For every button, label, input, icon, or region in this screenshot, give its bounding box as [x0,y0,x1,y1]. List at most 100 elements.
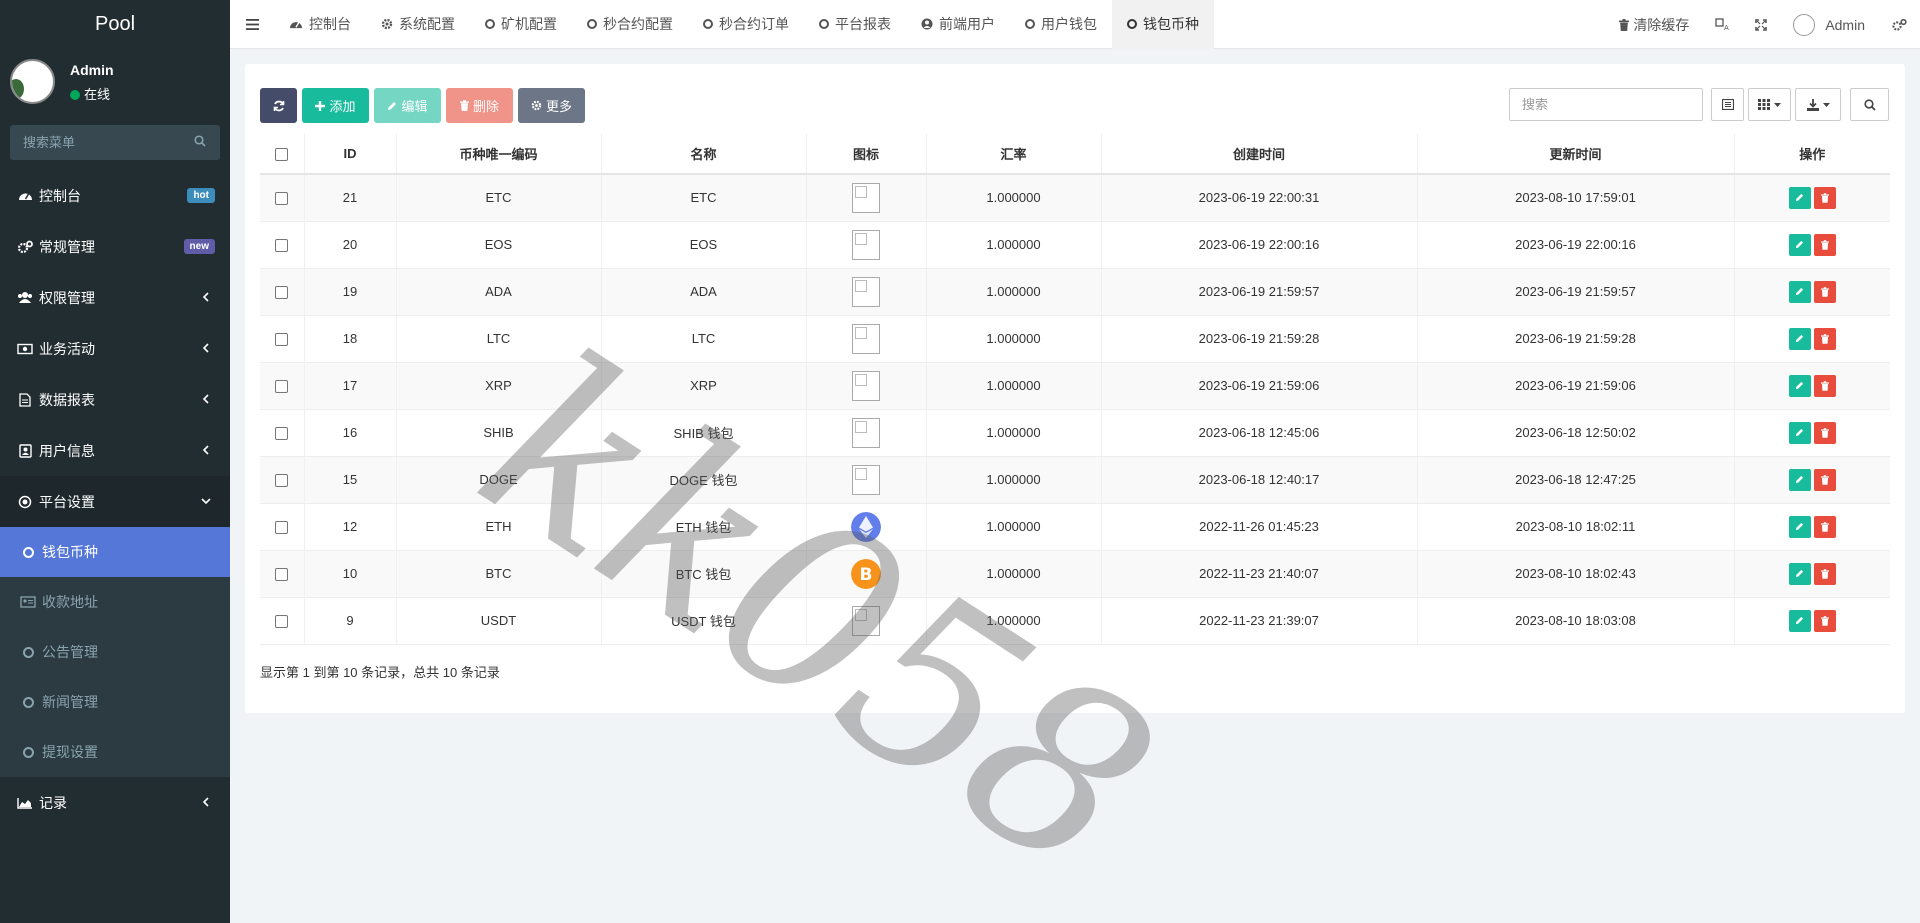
add-button[interactable]: 添加 [302,88,369,123]
row-delete-button[interactable] [1813,515,1836,538]
trash-icon [1820,474,1829,485]
row-edit-button[interactable] [1788,609,1811,632]
row-edit-button[interactable] [1788,468,1811,491]
search-icon[interactable] [194,135,206,147]
row-delete-button[interactable] [1813,609,1836,632]
created-cell: 2023-06-19 21:59:28 [1101,315,1418,363]
row-checkbox[interactable] [275,239,289,253]
row-delete-button[interactable] [1813,186,1836,209]
tab-dashboard[interactable]: 控制台 [274,0,366,49]
admin-menu[interactable]: Admin [1780,0,1878,49]
row-edit-button[interactable] [1788,515,1811,538]
row-checkbox[interactable] [275,192,289,206]
column-header[interactable]: 名称 [601,134,807,175]
rate-cell: 1.000000 [926,315,1102,363]
row-edit-button[interactable] [1788,421,1811,444]
clear-cache-button[interactable]: 清除缓存 [1606,0,1702,49]
row-edit-button[interactable] [1788,327,1811,350]
row-delete-button[interactable] [1813,562,1836,585]
name-cell: USDT 钱包 [601,597,807,645]
row-select-cell [260,315,305,363]
row-delete-button[interactable] [1813,468,1836,491]
tab-label: 秒合约配置 [603,16,673,32]
settings-button[interactable] [1878,0,1920,49]
select-all-checkbox[interactable] [275,148,289,162]
sidebar-item-permissions[interactable]: 权限管理 [0,272,230,323]
row-delete-button[interactable] [1813,280,1836,303]
row-checkbox[interactable] [275,568,289,582]
tab-second-contract-config[interactable]: 秒合约配置 [572,0,688,49]
fullscreen-button[interactable] [1742,0,1780,49]
column-header[interactable]: 汇率 [926,134,1102,175]
icon-cell [806,174,927,222]
sidebar-item-payment-address[interactable]: 收款地址 [0,577,230,627]
trash-icon [1820,239,1829,250]
tab-miner-config[interactable]: 矿机配置 [470,0,572,49]
app-logo[interactable]: Pool [0,0,230,49]
row-delete-button[interactable] [1813,327,1836,350]
more-button[interactable]: 更多 [518,88,585,123]
sidebar-item-label: 钱包币种 [42,544,98,560]
row-checkbox[interactable] [275,615,289,629]
row-checkbox[interactable] [275,380,289,394]
column-header[interactable]: 更新时间 [1417,134,1735,175]
sidebar-item-reports[interactable]: 数据报表 [0,374,230,425]
column-header[interactable]: 创建时间 [1101,134,1418,175]
sidebar-item-label: 提现设置 [42,744,98,760]
name-cell: BTC 钱包 [601,550,807,598]
export-dropdown[interactable] [1795,88,1841,121]
menu-search-input[interactable] [10,125,220,160]
sidebar-item-platform-settings[interactable]: 平台设置 [0,476,230,527]
created-cell: 2022-11-23 21:39:07 [1101,597,1418,645]
sidebar-item-wallet-currency[interactable]: 钱包币种 [0,527,230,577]
row-checkbox[interactable] [275,333,289,347]
sidebar-item-announcements[interactable]: 公告管理 [0,627,230,677]
column-header[interactable]: 币种唯一编码 [396,134,602,175]
icon-cell [806,221,927,269]
broken-image-icon [852,464,880,495]
row-edit-button[interactable] [1788,280,1811,303]
search-input[interactable] [1510,89,1702,120]
edit-button[interactable]: 编辑 [374,88,441,123]
sidebar-item-business[interactable]: 业务活动 [0,323,230,374]
row-select-cell [260,268,305,316]
column-header[interactable]: ID [304,134,397,175]
code-cell: ETC [396,174,602,222]
refresh-button[interactable] [260,88,297,123]
tab-platform-report[interactable]: 平台报表 [804,0,906,49]
row-edit-button[interactable] [1788,233,1811,256]
sidebar-toggle[interactable] [230,0,274,49]
sidebar-item-dashboard[interactable]: 控制台 hot [0,170,230,221]
row-checkbox[interactable] [275,286,289,300]
tab-frontend-users[interactable]: 前端用户 [906,0,1010,49]
row-edit-button[interactable] [1788,562,1811,585]
tab-wallet-currency[interactable]: 钱包币种 [1112,0,1214,49]
row-delete-button[interactable] [1813,421,1836,444]
tab-user-wallet[interactable]: 用户钱包 [1010,0,1112,49]
search-icon [1863,98,1876,111]
row-edit-button[interactable] [1788,186,1811,209]
row-select-cell [260,409,305,457]
gear-icon [531,100,542,111]
sidebar-item-news[interactable]: 新闻管理 [0,677,230,727]
row-checkbox[interactable] [275,427,289,441]
language-button[interactable]: A [1702,0,1742,49]
tab-system-config[interactable]: 系统配置 [366,0,470,49]
sidebar-item-withdraw-settings[interactable]: 提现设置 [0,727,230,777]
sidebar-item-user-info[interactable]: 用户信息 [0,425,230,476]
sidebar-item-general[interactable]: 常规管理 new [0,221,230,272]
row-edit-button[interactable] [1788,374,1811,397]
sidebar-item-records[interactable]: 记录 [0,777,230,828]
toggle-view-button[interactable] [1711,88,1744,121]
row-checkbox[interactable] [275,474,289,488]
tab-second-contract-orders[interactable]: 秒合约订单 [688,0,804,49]
search-button[interactable] [1850,88,1889,121]
sidebar-item-label: 数据报表 [39,391,95,408]
select-all-cell [260,134,305,175]
row-checkbox[interactable] [275,521,289,535]
row-delete-button[interactable] [1813,233,1836,256]
columns-dropdown[interactable] [1748,88,1791,121]
hamburger-icon [245,18,259,30]
row-delete-button[interactable] [1813,374,1836,397]
delete-button[interactable]: 删除 [446,88,513,123]
